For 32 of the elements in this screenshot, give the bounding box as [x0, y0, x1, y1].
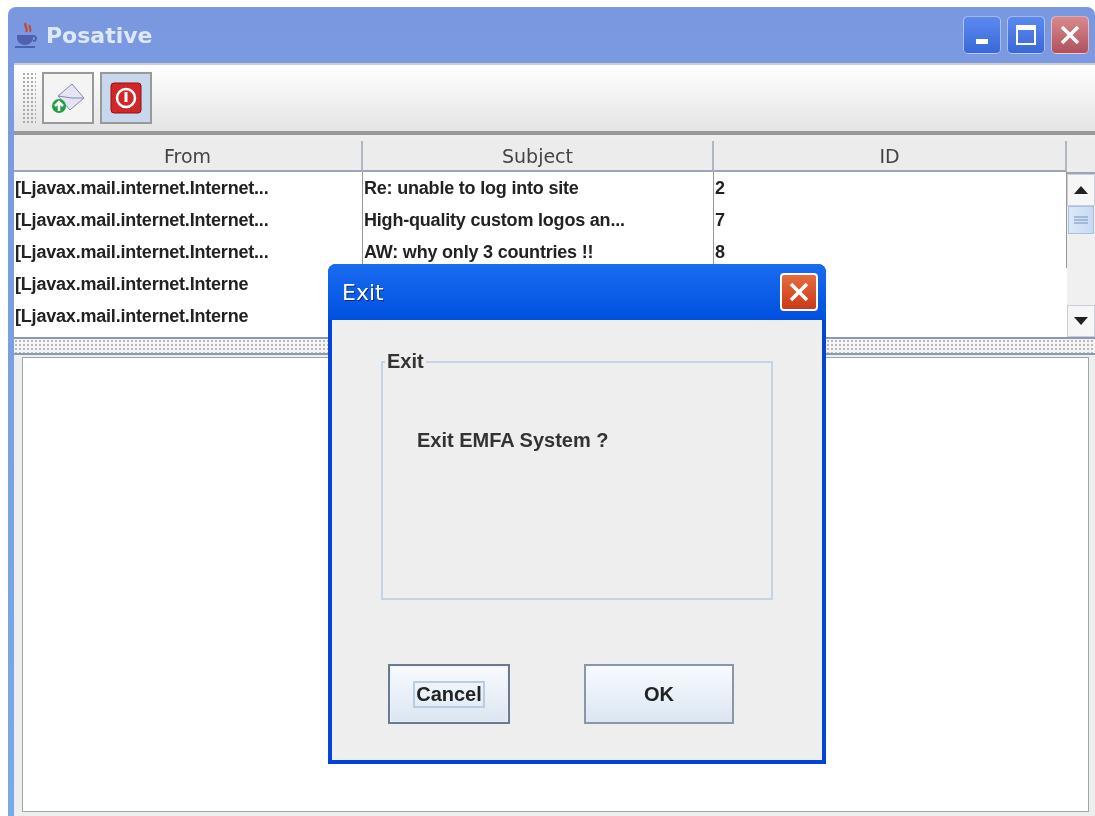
- down-arrow-icon: [1074, 317, 1088, 325]
- table-cell: [Ljavax.mail.internet.Internet...: [14, 204, 363, 236]
- group-title: Exit: [386, 350, 425, 373]
- window-title: Posative: [46, 22, 154, 48]
- table-cell: High-quality custom logos an...: [363, 204, 714, 236]
- dialog-close-button[interactable]: [780, 273, 818, 311]
- minimize-icon: [976, 38, 988, 44]
- close-icon: [1059, 24, 1081, 46]
- power-icon: [110, 82, 142, 114]
- grip-lines-icon: [1074, 216, 1088, 224]
- toolbar-grip[interactable]: [22, 72, 36, 124]
- minimize-button[interactable]: [963, 16, 1001, 54]
- envelope-upload-icon: [50, 82, 86, 114]
- scroll-up-button[interactable]: [1067, 174, 1095, 206]
- close-button[interactable]: [1051, 16, 1089, 54]
- scroll-down-button[interactable]: [1067, 305, 1095, 337]
- exit-button[interactable]: [100, 72, 152, 124]
- coffee-cup-icon: [14, 21, 40, 49]
- column-header[interactable]: ID: [714, 141, 1067, 172]
- dialog-message: Exit EMFA System ?: [417, 429, 610, 452]
- close-icon: [788, 281, 810, 303]
- column-header[interactable]: From: [14, 141, 363, 172]
- table-cell: [Ljavax.mail.internet.Internet...: [14, 172, 363, 204]
- table-cell: Re: unable to log into site: [363, 172, 714, 204]
- scroll-thumb[interactable]: [1068, 206, 1094, 234]
- maximize-button[interactable]: [1007, 16, 1045, 54]
- ok-button[interactable]: OK: [584, 664, 734, 724]
- maximize-icon: [1015, 24, 1037, 46]
- cancel-button[interactable]: Cancel: [388, 664, 510, 724]
- up-arrow-icon: [1074, 186, 1088, 194]
- column-header[interactable]: Subject: [363, 141, 714, 172]
- send-mail-button[interactable]: [42, 72, 94, 124]
